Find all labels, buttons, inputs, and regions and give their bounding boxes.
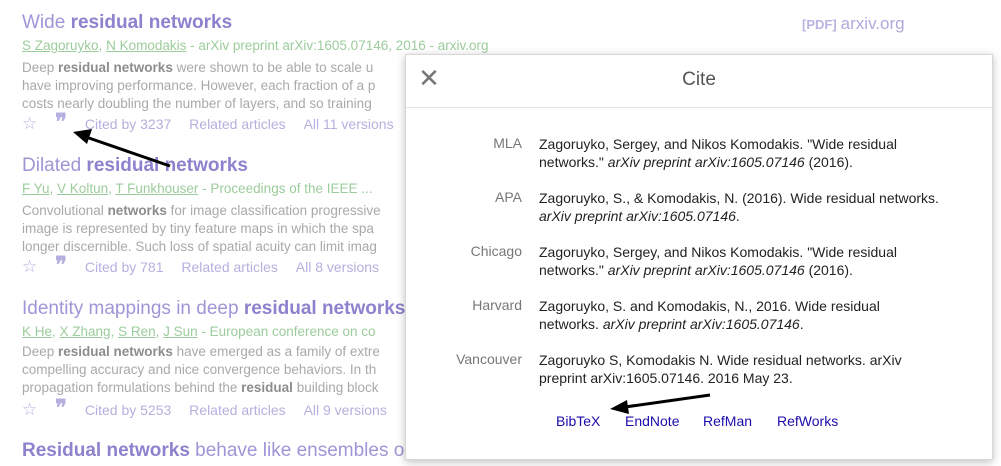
result-source: - Proceedings of the IEEE ...: [198, 181, 373, 196]
all-versions-link[interactable]: All 11 versions: [304, 116, 394, 132]
result-actions: ☆ ❞ Cited by 781 Related articles All 8 …: [22, 254, 393, 277]
author-link[interactable]: X Zhang: [60, 324, 111, 339]
citation-text[interactable]: Zagoruyko, S., & Komodakis, N. (2016). W…: [539, 189, 939, 225]
snippet-line: costs nearly doubling the number of laye…: [22, 96, 372, 111]
author-link[interactable]: J Sun: [163, 324, 198, 339]
export-endnote-link[interactable]: EndNote: [625, 413, 679, 429]
citation-text[interactable]: Zagoruyko S, Komodakis N. Wide residual …: [539, 351, 939, 387]
author-link[interactable]: S Zagoruyko: [22, 38, 99, 53]
cite-dialog: ✕ Cite MLA Zagoruyko, Sergey, and Nikos …: [405, 54, 993, 460]
result-title-text: Identity mappings in deep: [22, 298, 244, 319]
cited-by-link[interactable]: Cited by 5253: [85, 402, 171, 418]
citation-style-label: Chicago: [470, 243, 522, 259]
citation-text[interactable]: Zagoruyko, Sergey, and Nikos Komodakis. …: [539, 135, 939, 171]
citation-style-label: APA: [495, 189, 522, 205]
result-source: - arXiv preprint arXiv:1605.07146, 2016 …: [186, 38, 489, 53]
citation-text[interactable]: Zagoruyko, Sergey, and Nikos Komodakis. …: [539, 243, 939, 279]
author-link[interactable]: V Koltun: [57, 181, 108, 196]
cite-dialog-title: Cite: [682, 69, 716, 90]
export-bibtex-link[interactable]: BibTeX: [556, 413, 600, 429]
result-title-bold: Residual networks: [22, 440, 190, 461]
citation-style-label: Harvard: [472, 297, 522, 313]
result-title-link[interactable]: Wide residual networks: [22, 12, 232, 34]
snippet-line: longer discernible. Such loss of spatial…: [22, 239, 377, 254]
related-articles-link[interactable]: Related articles: [181, 259, 278, 275]
author-link[interactable]: F Yu: [22, 181, 50, 196]
cited-by-link[interactable]: Cited by 781: [85, 259, 164, 275]
related-articles-link[interactable]: Related articles: [189, 402, 286, 418]
author-link[interactable]: T Funkhouser: [115, 181, 198, 196]
quote-icon[interactable]: ❞: [55, 254, 67, 276]
snippet-line: have improving performance. However, eac…: [22, 78, 376, 93]
snippet-line: propagation formulations behind the resi…: [22, 380, 379, 395]
pdf-site: arxiv.org: [840, 14, 905, 33]
result-actions: ☆ ❞ Cited by 5253 Related articles All 9…: [22, 397, 401, 420]
author-link[interactable]: S Ren: [118, 324, 156, 339]
cited-by-link[interactable]: Cited by 3237: [85, 116, 171, 132]
snippet-line: Convolutional networks for image classif…: [22, 203, 381, 218]
pdf-link[interactable]: [PDF] arxiv.org: [802, 14, 905, 34]
author-link[interactable]: N Komodakis: [106, 38, 186, 53]
result-title-bold: residual networks: [86, 155, 248, 176]
result-title-text: Wide: [22, 12, 71, 33]
cite-dialog-header: ✕ Cite: [406, 55, 992, 108]
result-title-link[interactable]: Residual networks behave like ensembles …: [22, 440, 404, 462]
citation-text[interactable]: Zagoruyko, S. and Komodakis, N., 2016. W…: [539, 297, 939, 333]
result-title-bold: residual networks: [70, 12, 233, 33]
star-icon[interactable]: ☆: [22, 400, 37, 420]
result-actions: ☆ ❞ Cited by 3237 Related articles All 1…: [22, 111, 408, 134]
pdf-tag: [PDF]: [802, 17, 837, 32]
result-source: - European conference on co: [197, 324, 376, 339]
result-snippet: Deep residual networks have emerged as a…: [22, 343, 380, 397]
star-icon[interactable]: ☆: [22, 114, 37, 134]
snippet-line: compelling accuracy and nice convergence…: [22, 362, 377, 377]
all-versions-link[interactable]: All 9 versions: [304, 402, 387, 418]
snippet-line: image is represented by tiny feature map…: [22, 221, 374, 236]
result-authors: S Zagoruyko, N Komodakis - arXiv preprin…: [22, 38, 489, 53]
result-snippet: Convolutional networks for image classif…: [22, 202, 381, 256]
result-title-text: behave like ensembles o: [189, 440, 405, 461]
result-title-link[interactable]: Dilated residual networks: [22, 155, 248, 177]
result-title-bold: residual networks: [243, 298, 406, 319]
snippet-line: Deep residual networks were shown to be …: [22, 60, 374, 75]
export-refman-link[interactable]: RefMan: [703, 413, 752, 429]
result-snippet: Deep residual networks were shown to be …: [22, 59, 375, 113]
citation-style-label: Vancouver: [456, 351, 522, 367]
quote-icon[interactable]: ❞: [55, 397, 67, 419]
result-title-link[interactable]: Identity mappings in deep residual netwo…: [22, 298, 405, 320]
result-authors: K He, X Zhang, S Ren, J Sun - European c…: [22, 324, 376, 339]
export-refworks-link[interactable]: RefWorks: [777, 413, 838, 429]
related-articles-link[interactable]: Related articles: [189, 116, 286, 132]
author-link[interactable]: K He: [22, 324, 52, 339]
citation-style-label: MLA: [493, 135, 522, 151]
result-authors: F Yu, V Koltun, T Funkhouser - Proceedin…: [22, 181, 373, 196]
snippet-line: Deep residual networks have emerged as a…: [22, 344, 380, 359]
quote-icon[interactable]: ❞: [55, 111, 67, 133]
result-title-text: Dilated: [22, 155, 87, 176]
star-icon[interactable]: ☆: [22, 257, 37, 277]
all-versions-link[interactable]: All 8 versions: [296, 259, 379, 275]
